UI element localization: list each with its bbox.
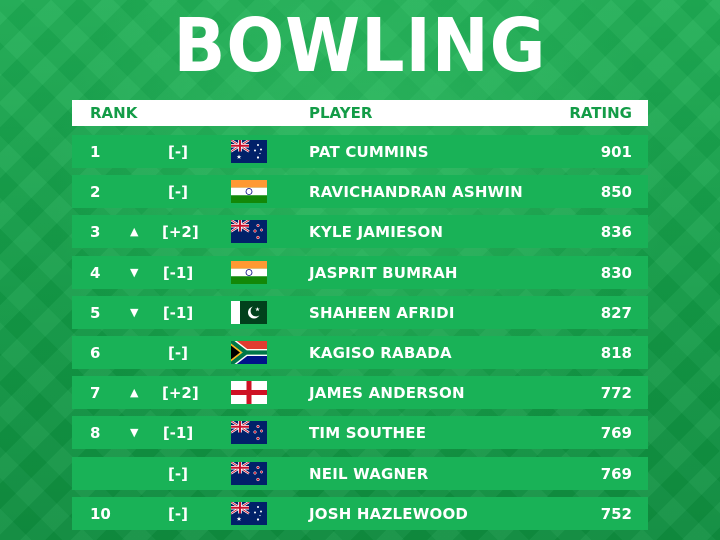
up-arrow-icon: ▲: [130, 386, 139, 400]
player-name: KYLE JAMIESON: [309, 223, 444, 242]
player-name: PAT CUMMINS: [309, 143, 429, 161]
new-zealand-flag-icon: [231, 421, 267, 445]
table-row: 7 ▲ [+2] JAMES ANDERSON 772: [72, 376, 648, 410]
table-row: 8 ▼ [-1] TIM SOUTHEE 769: [72, 416, 648, 450]
rank-change: [-1]: [162, 303, 194, 322]
player-name: JAMES ANDERSON: [309, 384, 465, 403]
rank-value: 6: [90, 344, 101, 362]
new-zealand-flag-icon: [231, 461, 267, 485]
rating-value: 752: [600, 504, 632, 523]
table-row: 6 [-] KAGISO RABADA 818: [72, 336, 648, 369]
rating-value: 830: [600, 263, 632, 282]
table-header: RANK PLAYER RATING: [72, 100, 648, 126]
table-row: [-] NEIL WAGNER 769: [72, 456, 648, 490]
rating-value: 772: [600, 384, 632, 403]
rank-change: [-1]: [162, 424, 194, 443]
rank-value: 10: [90, 504, 111, 523]
australia-flag-icon: [231, 140, 267, 163]
rank-change: [+2]: [162, 223, 199, 242]
rating-value: 769: [600, 464, 632, 483]
pakistan-flag-icon: [231, 300, 267, 324]
table-row: 4 ▼ [-1] JASPRIT BUMRAH 830: [72, 255, 648, 289]
rank-change: [-]: [168, 464, 188, 483]
down-arrow-icon: ▼: [130, 305, 139, 319]
player-name: TIM SOUTHEE: [309, 424, 427, 443]
england-flag-icon: [231, 381, 267, 405]
player-name: NEIL WAGNER: [309, 464, 429, 483]
player-name: JOSH HAZLEWOOD: [309, 504, 469, 523]
rank-change: [+2]: [162, 384, 199, 403]
table-row: 2 [-] RAVICHANDRAN ASHWIN 850: [72, 175, 648, 209]
rating-value: 836: [600, 223, 632, 242]
table-row: 5 ▼ [-1] SHAHEEN AFRIDI 827: [72, 295, 648, 329]
player-column-header: PLAYER: [309, 104, 373, 122]
rank-value: 4: [90, 263, 101, 282]
table-row: 1 [-] PAT CUMMINS 901: [72, 135, 648, 168]
rank-change: [-]: [168, 143, 188, 161]
player-name: SHAHEEN AFRIDI: [309, 303, 455, 322]
table-row: 3 ▲ [+2] KYLE JAMIESON 836: [72, 215, 648, 249]
rank-value: 2: [90, 183, 101, 202]
india-flag-icon: [231, 260, 267, 284]
rank-value: 7: [90, 384, 101, 403]
down-arrow-icon: ▼: [130, 265, 139, 279]
player-name: KAGISO RABADA: [309, 344, 452, 362]
india-flag-icon: [231, 180, 267, 204]
rank-value: 5: [90, 303, 101, 322]
rating-value: 769: [600, 424, 632, 443]
rating-value: 818: [600, 344, 632, 362]
new-zealand-flag-icon: [231, 220, 267, 244]
table-row: 10 [-] JOSH HAZLEWOOD 752: [72, 496, 648, 530]
player-name: RAVICHANDRAN ASHWIN: [309, 183, 523, 202]
rank-value: 3: [90, 223, 101, 242]
rating-value: 850: [600, 183, 632, 202]
up-arrow-icon: ▲: [130, 225, 139, 239]
down-arrow-icon: ▼: [130, 426, 139, 440]
rank-change: [-1]: [162, 263, 194, 282]
rating-column-header: RATING: [569, 104, 632, 122]
rank-column-header: RANK: [90, 104, 138, 122]
rating-value: 901: [600, 143, 632, 161]
rank-change: [-]: [168, 504, 188, 523]
south-africa-flag-icon: [231, 341, 267, 364]
rank-value: 8: [90, 424, 101, 443]
player-name: JASPRIT BUMRAH: [309, 263, 458, 282]
rank-value: 1: [90, 143, 101, 161]
australia-flag-icon: [231, 501, 267, 525]
rank-change: [-]: [168, 344, 188, 362]
rating-value: 827: [600, 303, 632, 322]
page-title: BOWLING: [173, 3, 547, 89]
rank-change: [-]: [168, 183, 188, 202]
